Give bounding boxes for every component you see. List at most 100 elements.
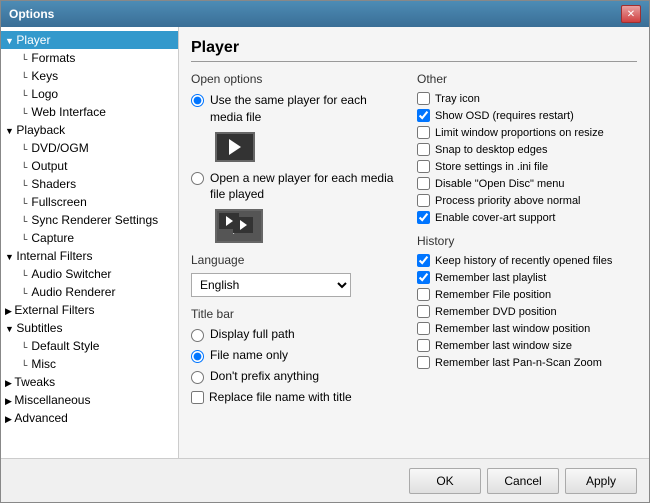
other-label: Other (417, 72, 637, 86)
options-window: Options ✕ ▼ Player└Formats└Keys└Logo└Web… (0, 0, 650, 503)
sidebar-item-logo[interactable]: └Logo (1, 85, 178, 103)
same-player-label: Use the same player for each media file (210, 92, 401, 126)
two-col-layout: Open options Use the same player for eac… (191, 72, 637, 414)
other-label-process-priority: Process priority above normal (435, 195, 581, 207)
history-label: History (417, 234, 637, 248)
other-label-enable-cover-art: Enable cover-art support (435, 212, 555, 224)
sidebar-item-player[interactable]: ▼ Player (1, 31, 178, 49)
other-checkbox-store-settings[interactable] (417, 160, 430, 173)
sidebar-item-dvd-ogm[interactable]: └DVD/OGM (1, 139, 178, 157)
dont-prefix-radio[interactable] (191, 371, 204, 384)
other-checkbox-enable-cover-art[interactable] (417, 211, 430, 224)
media-icon-1 (215, 132, 255, 162)
radio-new-player: Open a new player for each media file pl… (191, 170, 401, 204)
display-full-path-radio[interactable] (191, 329, 204, 342)
history-label-remember-playlist: Remember last playlist (435, 272, 546, 284)
radio-display-full-path: Display full path (191, 327, 401, 342)
history-item-remember-window-pos: Remember last window position (417, 322, 637, 335)
titlebar-section: Title bar Display full path File name on… (191, 307, 401, 404)
close-button[interactable]: ✕ (621, 5, 641, 23)
window-title: Options (9, 7, 54, 21)
new-player-radio[interactable] (191, 172, 204, 185)
other-label-disable-open-disc: Disable "Open Disc" menu (435, 178, 564, 190)
sidebar-item-misc[interactable]: └Misc (1, 355, 178, 373)
sidebar-item-fullscreen[interactable]: └Fullscreen (1, 193, 178, 211)
sidebar-item-web-interface[interactable]: └Web Interface (1, 103, 178, 121)
title-bar-buttons: ✕ (621, 5, 641, 23)
other-checkbox-limit-window[interactable] (417, 126, 430, 139)
history-checkbox-remember-window-size[interactable] (417, 339, 430, 352)
ok-button[interactable]: OK (409, 468, 481, 494)
history-item-remember-file-pos: Remember File position (417, 288, 637, 301)
history-label-remember-pan-scan: Remember last Pan-n-Scan Zoom (435, 357, 602, 369)
other-section: Other Tray icon Show OSD (requires resta… (417, 72, 637, 224)
radio-same-player: Use the same player for each media file (191, 92, 401, 126)
history-checkbox-remember-file-pos[interactable] (417, 288, 430, 301)
sidebar-item-shaders[interactable]: └Shaders (1, 175, 178, 193)
other-item-store-settings: Store settings in .ini file (417, 160, 637, 173)
other-label-limit-window: Limit window proportions on resize (435, 127, 604, 139)
sidebar-item-advanced[interactable]: ▶ Advanced (1, 409, 178, 427)
sidebar-item-formats[interactable]: └Formats (1, 49, 178, 67)
sidebar-item-capture[interactable]: └Capture (1, 229, 178, 247)
replace-filename-item: Replace file name with title (191, 390, 401, 404)
history-item-remember-pan-scan: Remember last Pan-n-Scan Zoom (417, 356, 637, 369)
other-item-process-priority: Process priority above normal (417, 194, 637, 207)
language-label: Language (191, 253, 401, 267)
sidebar-item-audio-renderer[interactable]: └Audio Renderer (1, 283, 178, 301)
main-panel: Player Open options Use the same player … (179, 27, 649, 458)
history-checkbox-remember-dvd[interactable] (417, 305, 430, 318)
history-checkbox-remember-window-pos[interactable] (417, 322, 430, 335)
replace-filename-checkbox[interactable] (191, 391, 204, 404)
sidebar-item-external-filters[interactable]: ▶ External Filters (1, 301, 178, 319)
other-item-snap-desktop: Snap to desktop edges (417, 143, 637, 156)
other-item-show-osd: Show OSD (requires restart) (417, 109, 637, 122)
language-select[interactable]: English French German Spanish (191, 273, 351, 297)
history-label-remember-dvd: Remember DVD position (435, 306, 557, 318)
open-options-label: Open options (191, 72, 401, 86)
sidebar-item-playback[interactable]: ▼ Playback (1, 121, 178, 139)
sidebar-item-default-style[interactable]: └Default Style (1, 337, 178, 355)
other-label-store-settings: Store settings in .ini file (435, 161, 548, 173)
file-name-only-radio[interactable] (191, 350, 204, 363)
history-item-remember-window-size: Remember last window size (417, 339, 637, 352)
other-label-show-osd: Show OSD (requires restart) (435, 110, 574, 122)
other-checkboxes: Tray icon Show OSD (requires restart) Li… (417, 92, 637, 224)
other-item-tray-icon: Tray icon (417, 92, 637, 105)
history-item-remember-dvd: Remember DVD position (417, 305, 637, 318)
sidebar-item-keys[interactable]: └Keys (1, 67, 178, 85)
sidebar-item-sync-renderer[interactable]: └Sync Renderer Settings (1, 211, 178, 229)
history-item-remember-playlist: Remember last playlist (417, 271, 637, 284)
history-item-keep-history: Keep history of recently opened files (417, 254, 637, 267)
sidebar-item-internal-filters[interactable]: ▼ Internal Filters (1, 247, 178, 265)
history-label-remember-file-pos: Remember File position (435, 289, 551, 301)
sidebar-item-output[interactable]: └Output (1, 157, 178, 175)
sidebar-item-miscellaneous[interactable]: ▶ Miscellaneous (1, 391, 178, 409)
history-checkbox-keep-history[interactable] (417, 254, 430, 267)
other-checkbox-disable-open-disc[interactable] (417, 177, 430, 190)
history-checkbox-remember-pan-scan[interactable] (417, 356, 430, 369)
same-player-radio[interactable] (191, 94, 204, 107)
display-full-path-label: Display full path (210, 327, 295, 341)
cancel-button[interactable]: Cancel (487, 468, 559, 494)
other-item-disable-open-disc: Disable "Open Disc" menu (417, 177, 637, 190)
dont-prefix-label: Don't prefix anything (210, 369, 319, 383)
new-player-label: Open a new player for each media file pl… (210, 170, 401, 204)
apply-button[interactable]: Apply (565, 468, 637, 494)
other-checkbox-process-priority[interactable] (417, 194, 430, 207)
history-checkbox-remember-playlist[interactable] (417, 271, 430, 284)
other-checkbox-show-osd[interactable] (417, 109, 430, 122)
history-label-remember-window-size: Remember last window size (435, 340, 572, 352)
language-section: Language English French German Spanish (191, 253, 401, 297)
other-label-tray-icon: Tray icon (435, 93, 480, 105)
history-label-keep-history: Keep history of recently opened files (435, 255, 612, 267)
other-checkbox-tray-icon[interactable] (417, 92, 430, 105)
sidebar-item-audio-switcher[interactable]: └Audio Switcher (1, 265, 178, 283)
other-checkbox-snap-desktop[interactable] (417, 143, 430, 156)
sidebar-item-subtitles[interactable]: ▼ Subtitles (1, 319, 178, 337)
main-content: ▼ Player└Formats└Keys└Logo└Web Interface… (1, 27, 649, 458)
sidebar-item-tweaks[interactable]: ▶ Tweaks (1, 373, 178, 391)
panel-title: Player (191, 39, 637, 62)
other-item-enable-cover-art: Enable cover-art support (417, 211, 637, 224)
other-item-limit-window: Limit window proportions on resize (417, 126, 637, 139)
